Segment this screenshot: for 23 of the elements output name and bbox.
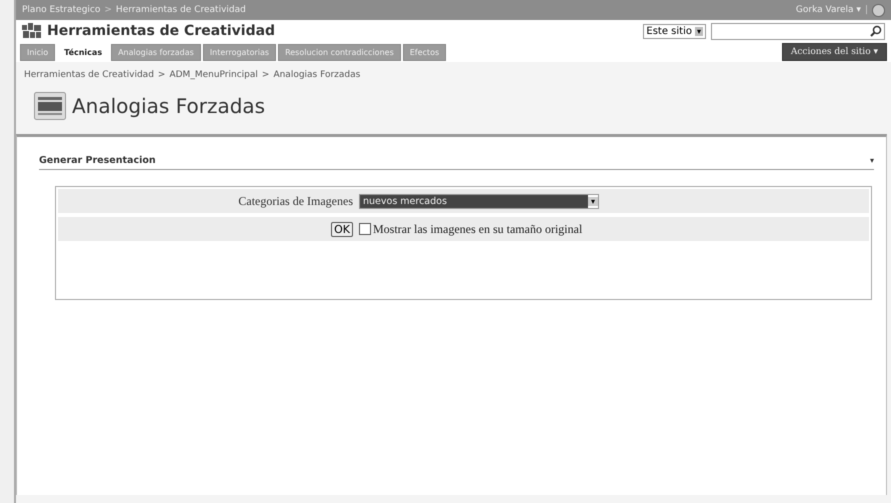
breadcrumb-separator: > <box>158 70 166 80</box>
webpart-menu[interactable]: ▾ <box>870 156 874 165</box>
checkbox-label: Mostrar las imagenes en su tamaño original <box>373 222 582 236</box>
breadcrumb-link[interactable]: Analogias Forzadas <box>273 70 360 80</box>
help-icon[interactable] <box>872 4 885 16</box>
search-scope-dropdown[interactable]: Este sitio ▾ <box>643 24 706 38</box>
breadcrumb-link[interactable]: ADM_MenuPrincipal <box>169 70 258 80</box>
site-actions-button[interactable]: Acciones del sitio ▾ <box>782 43 887 61</box>
page-icon <box>34 92 66 120</box>
search-field[interactable] <box>711 22 885 40</box>
webpart-title: Generar Presentacion <box>39 155 156 166</box>
divider-text: | <box>864 5 868 15</box>
site-title: Herramientas de Creatividad <box>47 23 276 39</box>
page-title: Analogias Forzadas <box>72 94 266 118</box>
site-logo-icon <box>22 23 42 39</box>
field-label: Categorias de Imagenes <box>237 194 354 208</box>
ok-button[interactable]: OK <box>331 222 353 236</box>
checkbox[interactable] <box>359 223 371 235</box>
search-icon[interactable] <box>870 25 882 37</box>
breadcrumb-separator: > <box>262 70 270 80</box>
breadcrumb-link[interactable]: Herramientas de Creatividad <box>24 70 154 80</box>
breadcrumb-separator: > <box>104 5 112 15</box>
category-dropdown[interactable]: nuevos mercados ▾ <box>359 194 599 208</box>
